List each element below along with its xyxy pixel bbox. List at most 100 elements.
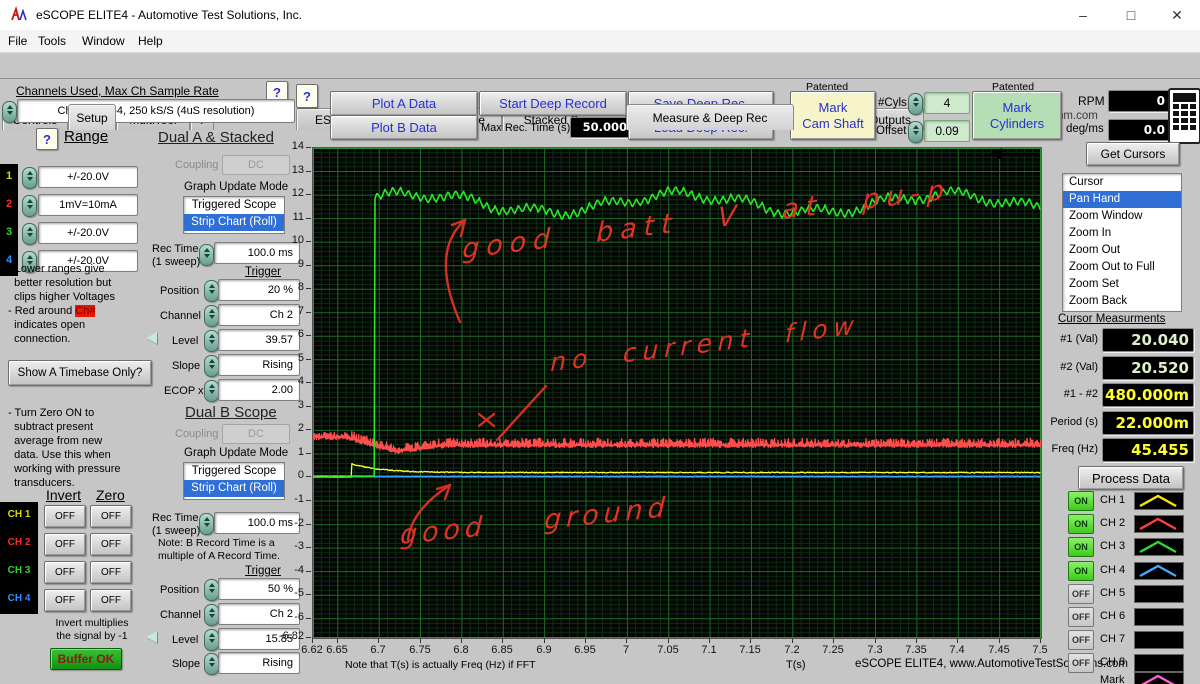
mark-cylinders-button[interactable]: Mark Cylinders (972, 91, 1062, 140)
tab-setup[interactable]: Setup (68, 104, 116, 130)
start-deep-record-button[interactable]: Start Deep Record (479, 91, 627, 116)
dual-a-coupling-button[interactable]: DC (222, 155, 290, 175)
cyls-spinner[interactable] (908, 93, 923, 115)
dual-a-rec-time-spinner[interactable] (199, 244, 214, 266)
range-spinner[interactable] (22, 195, 37, 217)
process-data-button[interactable]: Process Data (1078, 466, 1184, 490)
cursor-tool-pan-hand[interactable]: Pan Hand (1063, 191, 1181, 208)
channel-toggle-button[interactable]: OFF (1068, 583, 1094, 604)
range-spinner[interactable] (22, 223, 37, 245)
channel-toggle-button[interactable]: OFF (1068, 607, 1094, 627)
dual-b-level-spinner[interactable] (204, 629, 219, 651)
offset-spinner[interactable] (908, 121, 923, 143)
y-tick-mark (306, 637, 311, 638)
range-select[interactable]: +/-20.0V (38, 166, 138, 188)
zero-button[interactable]: OFF (90, 505, 132, 528)
show-timebase-button[interactable]: Show A Timebase Only? (8, 360, 152, 386)
dual-b-slope-field[interactable]: Rising (218, 652, 300, 674)
y-tick-mark (306, 359, 311, 360)
channel-toggle-button[interactable]: ON (1068, 560, 1094, 581)
dual-a-level-field[interactable]: 39.57 (218, 329, 300, 351)
channel-toggle-button[interactable]: ON (1068, 514, 1094, 535)
dual-b-level-indicator[interactable] (146, 631, 157, 643)
y-tick-mark (306, 476, 311, 477)
dual-a-level-indicator[interactable] (146, 332, 157, 344)
sample-rate-select[interactable]: Channels 1-4, 250 kS/S (4uS resolution) (17, 99, 295, 123)
plot-b-data-button[interactable]: Plot B Data (330, 115, 478, 140)
close-button[interactable]: ✕ (1154, 0, 1200, 30)
dual-b-rec-time-field[interactable]: 100.0 ms (214, 512, 300, 534)
dual-a-channel-spinner[interactable] (204, 305, 219, 327)
tab-measure-deep-rec[interactable]: Measure & Deep Rec (626, 104, 794, 130)
dual-a-rec-time-field[interactable]: 100.0 ms (214, 242, 300, 264)
zero-button[interactable]: OFF (90, 533, 132, 556)
range-select[interactable]: +/-20.0V (38, 222, 138, 244)
dual-b-level-field[interactable]: 15.85 (218, 628, 300, 650)
measurement-display: 480.000m (1102, 383, 1194, 407)
minimize-button[interactable]: – (1060, 0, 1106, 30)
offset-field[interactable]: 0.09 (924, 120, 970, 142)
cursor-tool-zoom-back[interactable]: Zoom Back (1063, 293, 1181, 310)
channel-toggle-button[interactable]: ON (1068, 537, 1094, 558)
invert-button[interactable]: OFF (44, 533, 86, 556)
zero-button[interactable]: OFF (90, 561, 132, 584)
range-spinner[interactable] (22, 167, 37, 189)
dual-b-slope-spinner[interactable] (204, 653, 219, 675)
cursor-tool-zoom-set[interactable]: Zoom Set (1063, 276, 1181, 293)
dual-b-coupling-button[interactable]: DC (222, 424, 290, 444)
dual-b-coupling-label: Coupling (175, 428, 219, 440)
channel-toggle-button[interactable]: OFF (1068, 630, 1094, 651)
cursor-tool-zoom-out-to-full[interactable]: Zoom Out to Full (1063, 259, 1181, 276)
waveform-plot[interactable]: good batt V at pu-p no current flow good… (312, 147, 1042, 639)
channels-used-header[interactable]: Channels Used, Max Ch Sample Rate (16, 84, 219, 98)
invert-button[interactable]: OFF (44, 561, 86, 584)
channel-toggle-button[interactable]: OFF (1068, 653, 1094, 674)
dual-b-channel-field[interactable]: Ch 2 (218, 603, 300, 625)
y-tick-mark (306, 453, 311, 454)
dual-a-channel-field[interactable]: Ch 2 (218, 304, 300, 326)
menu-window[interactable]: Window (82, 34, 125, 48)
cursor-tool-zoom-out[interactable]: Zoom Out (1063, 242, 1181, 259)
max-rec-time-label: Max Rec. Time (s) (481, 122, 571, 134)
dual-a-position-spinner[interactable] (204, 280, 219, 302)
dual-a-mode-strip-chart[interactable]: Strip Chart (Roll) (184, 214, 284, 231)
channel-toggle-button[interactable]: ON (1068, 491, 1094, 511)
dual-b-mode-strip-chart[interactable]: Strip Chart (Roll) (184, 480, 284, 497)
dual-a-ecop-field[interactable]: 2.00 (218, 379, 300, 401)
dual-a-graph-update-list: Triggered Scope Strip Chart (Roll) (183, 196, 285, 234)
plot-a-data-button[interactable]: Plot A Data (330, 91, 478, 116)
calculator-icon[interactable] (1168, 88, 1200, 144)
cursor-tool-zoom-in[interactable]: Zoom In (1063, 225, 1181, 242)
dual-a-ecop-spinner[interactable] (204, 380, 219, 402)
range-select[interactable]: 1mV=10mA (38, 194, 138, 216)
zero-button[interactable]: OFF (90, 589, 132, 612)
get-cursors-button[interactable]: Get Cursors (1086, 142, 1180, 166)
menu-tools[interactable]: Tools (38, 34, 66, 48)
dual-b-rec-time-spinner[interactable] (199, 513, 214, 535)
cyls-field[interactable]: 4 (924, 92, 970, 114)
y-tick-mark (306, 312, 311, 313)
dual-b-mode-triggered[interactable]: Triggered Scope (184, 463, 284, 480)
invert-button[interactable]: OFF (44, 505, 86, 528)
dual-a-slope-field[interactable]: Rising (218, 354, 300, 376)
x-tick-label: 7.3 (867, 644, 883, 656)
cursor-tool-zoom-window[interactable]: Zoom Window (1063, 208, 1181, 225)
menu-help[interactable]: Help (138, 34, 163, 48)
dual-b-position-field[interactable]: 50 % (218, 578, 300, 600)
mark-cam-shaft-button[interactable]: Mark Cam Shaft (790, 91, 876, 140)
dual-b-position-spinner[interactable] (204, 579, 219, 601)
invert-button[interactable]: OFF (44, 589, 86, 612)
range-help-button[interactable]: ? (36, 128, 58, 150)
dual-b-channel-spinner[interactable] (204, 604, 219, 626)
dual-b-trigger-header: Trigger (245, 565, 281, 577)
cursor-tool-cursor[interactable]: Cursor (1063, 174, 1181, 191)
deep-rec-help-button[interactable]: ? (296, 84, 318, 108)
sample-rate-spinner[interactable] (2, 101, 17, 123)
dual-a-level-spinner[interactable] (204, 330, 219, 352)
dual-a-mode-triggered[interactable]: Triggered Scope (184, 197, 284, 214)
maximize-button[interactable]: □ (1108, 0, 1154, 30)
dual-a-position-field[interactable]: 20 % (218, 279, 300, 301)
dual-a-trigger-header: Trigger (245, 266, 281, 278)
dual-a-slope-spinner[interactable] (204, 355, 219, 377)
menu-file[interactable]: File (8, 34, 27, 48)
